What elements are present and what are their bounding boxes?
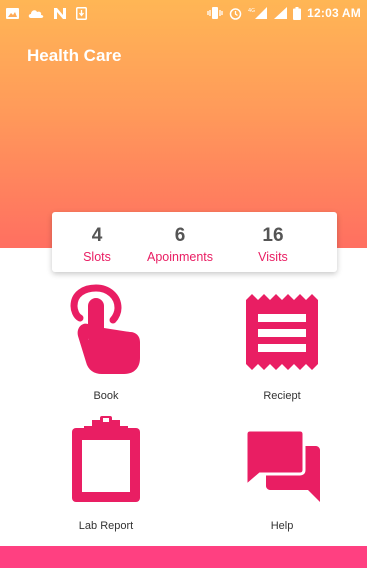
lab-report-label: Lab Report: [78, 520, 134, 532]
receipt-label: Reciept: [263, 390, 301, 402]
signal-icon: [274, 7, 288, 19]
svg-text:4G: 4G: [248, 8, 255, 14]
alarm-icon: [229, 7, 242, 20]
help-tile[interactable]: Help: [207, 414, 357, 532]
battery-icon: [293, 6, 302, 20]
clipboard-icon: [72, 416, 140, 502]
stat-slots[interactable]: 4 Slots: [52, 212, 142, 272]
chat-bubbles-icon: [244, 428, 320, 502]
bottom-bar: [0, 546, 367, 568]
receipt-icon: [246, 294, 318, 370]
stat-value: 4: [91, 225, 103, 246]
status-time: 12:03 AM: [307, 6, 361, 20]
stat-label: Visits: [258, 250, 288, 264]
cloud-icon: [28, 10, 44, 18]
status-bar: 4G 12:03 AM: [0, 0, 367, 26]
stat-value: 6: [174, 225, 186, 246]
4g-signal-icon: 4G: [248, 7, 268, 19]
page-title: Health Care: [27, 46, 122, 65]
stat-value: 16: [262, 225, 284, 246]
tap-hand-icon: [70, 284, 140, 374]
book-label: Book: [93, 390, 119, 402]
stat-label: Slots: [83, 250, 111, 264]
image-icon: [6, 7, 19, 19]
stats-card: 4 Slots 6 Apoinments 16 Visits: [52, 212, 337, 272]
vibrate-icon: [207, 7, 223, 19]
stat-visits[interactable]: 16 Visits: [230, 212, 316, 272]
download-icon: [76, 6, 87, 20]
receipt-tile[interactable]: Reciept: [207, 284, 357, 402]
stat-label: Apoinments: [146, 250, 213, 264]
lab-report-tile[interactable]: Lab Report: [31, 414, 181, 532]
help-label: Help: [270, 520, 294, 532]
signal-n-icon: [54, 7, 66, 19]
stat-appointments[interactable]: 6 Apoinments: [137, 212, 223, 272]
header: 4G 12:03 AM Health Care: [0, 0, 367, 248]
book-tile[interactable]: Book: [31, 284, 181, 402]
